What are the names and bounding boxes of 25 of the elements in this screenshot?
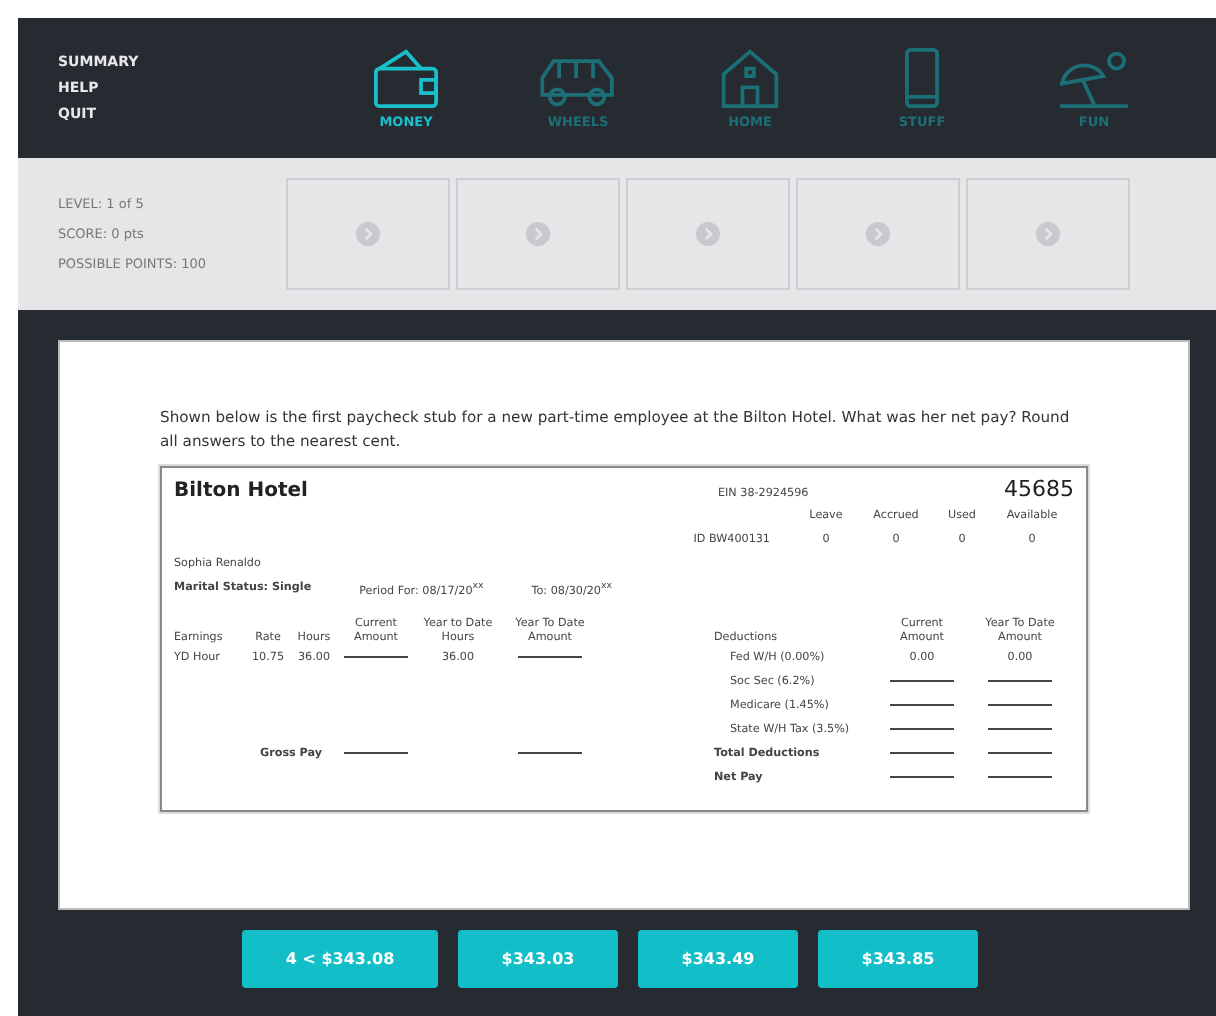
fill-in-line[interactable] xyxy=(988,776,1052,779)
arrow-circle-icon xyxy=(356,222,380,246)
answer-button[interactable]: 4 < $343.08 xyxy=(242,930,438,988)
company-name: Bilton Hotel xyxy=(174,480,310,502)
check-number: 45685 xyxy=(1002,476,1074,502)
fill-in-line[interactable] xyxy=(890,680,954,683)
fill-in-line[interactable] xyxy=(890,752,954,755)
answer-button[interactable]: $343.03 xyxy=(458,930,618,988)
fill-in-line[interactable] xyxy=(518,656,582,659)
fill-in-line[interactable] xyxy=(988,752,1052,755)
fill-in-line[interactable] xyxy=(988,728,1052,731)
arrow-circle-icon xyxy=(526,222,550,246)
fill-in-line[interactable] xyxy=(344,752,408,755)
fill-in-line[interactable] xyxy=(518,752,582,755)
fill-in-line[interactable] xyxy=(890,776,954,779)
fill-in-line[interactable] xyxy=(988,680,1052,683)
fill-in-line[interactable] xyxy=(344,656,408,659)
fill-in-line[interactable] xyxy=(988,704,1052,707)
arrow-circle-icon xyxy=(866,222,890,246)
arrow-circle-icon xyxy=(1036,222,1060,246)
fill-in-line[interactable] xyxy=(890,728,954,731)
answer-button[interactable]: $343.85 xyxy=(818,930,978,988)
answer-button[interactable]: $343.49 xyxy=(638,930,798,988)
arrow-circle-icon xyxy=(696,222,720,246)
fill-in-line[interactable] xyxy=(890,704,954,707)
